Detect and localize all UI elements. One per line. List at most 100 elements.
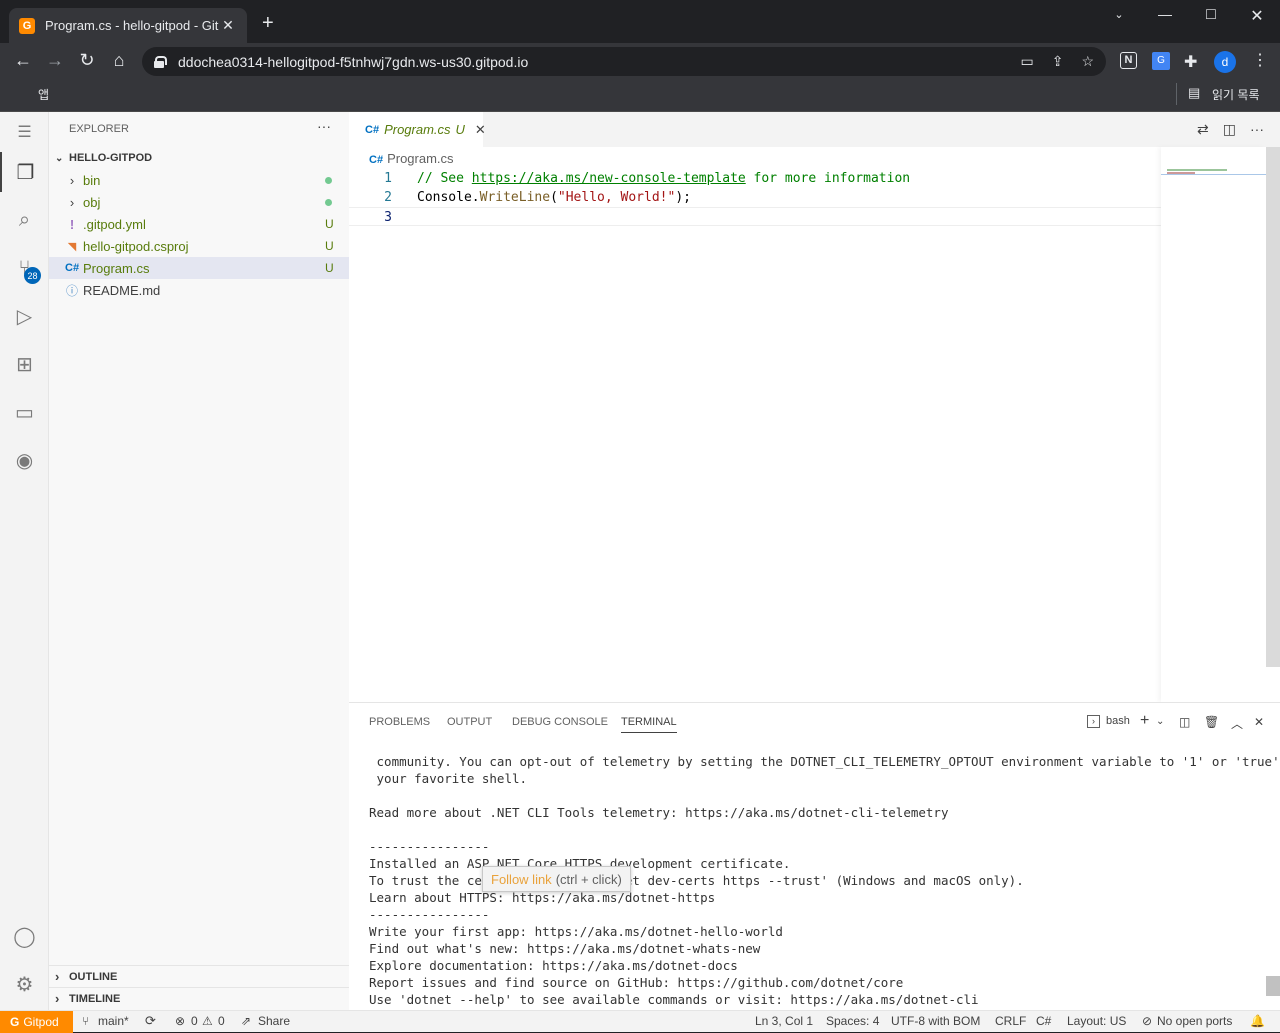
notion-extension-icon[interactable]: N bbox=[1120, 52, 1137, 69]
settings-gear-icon[interactable]: ⚙ bbox=[0, 964, 49, 1004]
extensions-puzzle-icon[interactable]: ✚ bbox=[1184, 52, 1197, 72]
new-terminal-icon[interactable]: + bbox=[1140, 712, 1149, 730]
bookmark-star-icon[interactable]: ☆ bbox=[1081, 53, 1094, 70]
tree-item-bin[interactable]: › bin bbox=[49, 169, 349, 191]
gitpod-label: Gitpod bbox=[23, 1015, 59, 1029]
reading-list-icon[interactable]: ▤ bbox=[1188, 85, 1200, 101]
code-link[interactable]: https://aka.ms/new-console-template bbox=[472, 171, 746, 186]
error-count[interactable]: 0 bbox=[191, 1014, 198, 1028]
breadcrumb[interactable]: C# Program.cs bbox=[369, 151, 454, 166]
trash-icon[interactable]: 🗑 bbox=[1204, 715, 1219, 729]
tab-terminal[interactable]: TERMINAL bbox=[621, 716, 677, 733]
open-ports[interactable]: No open ports bbox=[1157, 1014, 1232, 1028]
editor-tab-label: Program.cs bbox=[384, 122, 451, 137]
sync-icon[interactable]: ⟳ bbox=[145, 1013, 156, 1029]
chevron-down-icon[interactable]: ⌄ bbox=[1156, 716, 1164, 727]
outline-section-header[interactable]: › OUTLINE bbox=[49, 965, 349, 987]
tree-item-label: bin bbox=[83, 172, 101, 188]
error-icon: ⊗ bbox=[175, 1014, 186, 1028]
profile-avatar[interactable]: d bbox=[1214, 51, 1236, 73]
back-icon[interactable]: ← bbox=[12, 51, 34, 69]
ide-workbench: ☰ ❐ ⌕ ⑂ 28 ▷ ⊞ ▭ ◉ ◯ ⚙ EXPLORER ··· ⌄ HE… bbox=[0, 112, 1280, 1010]
code-comment: // See bbox=[417, 171, 472, 186]
reading-list-label[interactable]: 읽기 목록 bbox=[1212, 86, 1260, 103]
minimap[interactable] bbox=[1161, 147, 1266, 702]
tree-item-readme[interactable]: ⓘ README.md bbox=[49, 279, 349, 301]
keyboard-layout[interactable]: Layout: US bbox=[1067, 1014, 1126, 1028]
tree-item-program-cs[interactable]: C# Program.cs U bbox=[49, 257, 349, 279]
new-tab-button[interactable]: + bbox=[262, 13, 274, 33]
follow-link-action[interactable]: Follow link bbox=[491, 872, 552, 887]
clipboard-icon[interactable]: ▭ bbox=[1020, 53, 1033, 70]
gitpod-logo-icon: G bbox=[10, 1015, 20, 1029]
yaml-icon: ! bbox=[69, 216, 75, 232]
tree-item-obj[interactable]: › obj bbox=[49, 191, 349, 213]
shell-selector[interactable]: bash bbox=[1106, 715, 1130, 727]
share-icon: ⇗ bbox=[241, 1014, 252, 1028]
code-comment: for more information bbox=[745, 171, 911, 186]
bookmarks-bar: 앱 ▤ 읽기 목록 bbox=[0, 79, 1280, 179]
share-button[interactable]: Share bbox=[258, 1014, 290, 1028]
tree-item-gitpod-yml[interactable]: ! .gitpod.yml U bbox=[49, 213, 349, 235]
editor-scrollbar[interactable] bbox=[1266, 147, 1280, 667]
untracked-status: U bbox=[325, 239, 334, 253]
close-panel-icon[interactable]: ✕ bbox=[1254, 715, 1264, 729]
open-changes-icon[interactable]: ⇄ bbox=[1197, 121, 1209, 138]
editor-tab-program-cs[interactable]: C# Program.cs U ✕ bbox=[349, 112, 486, 147]
search-icon[interactable]: ⌕ bbox=[0, 200, 49, 240]
language-mode[interactable]: C# bbox=[1036, 1014, 1051, 1028]
source-control-badge: 28 bbox=[24, 267, 41, 284]
branch-name[interactable]: main* bbox=[98, 1014, 129, 1028]
chrome-menu-icon[interactable]: ⋮ bbox=[1252, 50, 1268, 70]
code-editor[interactable]: 1 // See https://aka.ms/new-console-temp… bbox=[349, 169, 1161, 226]
account-icon[interactable]: ◯ bbox=[0, 916, 49, 956]
indentation[interactable]: Spaces: 4 bbox=[826, 1014, 879, 1028]
split-editor-icon[interactable]: ◫ bbox=[1223, 121, 1236, 138]
address-bar[interactable]: ddochea0314-hellogitpod-f5tnhwj7gdn.ws-u… bbox=[142, 47, 1106, 76]
maximize-button[interactable]: □ bbox=[1188, 6, 1234, 26]
menu-icon[interactable]: ☰ bbox=[0, 112, 49, 152]
browser-tab[interactable]: G Program.cs - hello-gitpod - Gitpod ✕ bbox=[9, 8, 247, 43]
split-terminal-icon[interactable]: ◫ bbox=[1179, 715, 1190, 729]
extensions-icon[interactable]: ⊞ bbox=[0, 344, 49, 384]
more-actions-icon[interactable]: ··· bbox=[317, 118, 331, 134]
warning-icon: ⚠ bbox=[202, 1014, 213, 1028]
terminal-line: community. You can opt-out of telemetry … bbox=[369, 754, 1280, 769]
warning-count[interactable]: 0 bbox=[218, 1014, 225, 1028]
run-debug-icon[interactable]: ▷ bbox=[0, 296, 49, 336]
explorer-files-icon[interactable]: ❐ bbox=[0, 152, 49, 192]
encoding[interactable]: UTF-8 with BOM bbox=[891, 1014, 980, 1028]
browser-tab-title: Program.cs - hello-gitpod - Gitpod bbox=[45, 18, 219, 33]
tab-search-icon[interactable]: ⌄ bbox=[1096, 8, 1142, 28]
terminal-scrollbar[interactable] bbox=[1266, 976, 1280, 996]
apps-bookmark[interactable]: 앱 bbox=[38, 86, 49, 103]
close-window-button[interactable]: ✕ bbox=[1234, 6, 1280, 26]
code-string: "Hello, World!" bbox=[557, 190, 676, 205]
outline-label: OUTLINE bbox=[69, 970, 118, 983]
gitpod-button[interactable]: G Gitpod bbox=[0, 1011, 73, 1033]
github-icon[interactable]: ◉ bbox=[0, 440, 49, 480]
tree-item-csproj[interactable]: ◥ hello-gitpod.csproj U bbox=[49, 235, 349, 257]
maximize-panel-icon[interactable]: ︿ bbox=[1231, 715, 1243, 732]
more-actions-icon[interactable]: ··· bbox=[1250, 121, 1264, 138]
close-editor-icon[interactable]: ✕ bbox=[475, 122, 486, 138]
timeline-section-header[interactable]: › TIMELINE bbox=[49, 987, 349, 1009]
bookmark-divider bbox=[1176, 83, 1177, 105]
workspace-root-header[interactable]: ⌄ HELLO-GITPOD bbox=[49, 147, 349, 169]
tab-output[interactable]: OUTPUT bbox=[447, 716, 492, 728]
code-punct: . bbox=[471, 190, 480, 205]
cursor-position[interactable]: Ln 3, Col 1 bbox=[755, 1014, 813, 1028]
line-ending[interactable]: CRLF bbox=[995, 1014, 1026, 1028]
close-tab-icon[interactable]: ✕ bbox=[219, 17, 237, 34]
forward-icon[interactable]: → bbox=[44, 51, 66, 69]
remote-explorer-icon[interactable]: ▭ bbox=[0, 392, 49, 432]
source-control-icon[interactable]: ⑂ bbox=[0, 248, 49, 288]
notifications-bell-icon[interactable]: 🔔 bbox=[1250, 1014, 1265, 1028]
translate-extension-icon[interactable]: G bbox=[1152, 52, 1170, 70]
reload-icon[interactable]: ↻ bbox=[76, 51, 98, 69]
tab-debug-console[interactable]: DEBUG CONSOLE bbox=[512, 716, 608, 728]
home-icon[interactable]: ⌂ bbox=[108, 51, 130, 69]
minimize-button[interactable]: — bbox=[1142, 6, 1188, 26]
share-icon[interactable]: ⇪ bbox=[1052, 53, 1064, 70]
tab-problems[interactable]: PROBLEMS bbox=[369, 716, 430, 728]
